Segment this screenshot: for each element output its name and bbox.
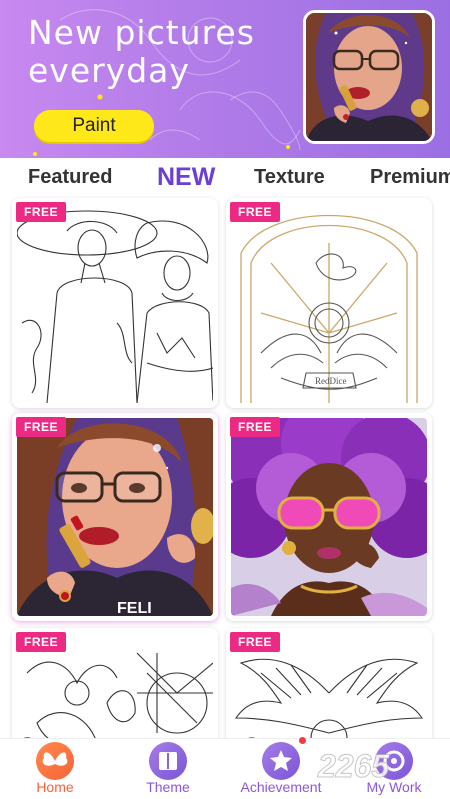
nav-theme-label: Theme: [146, 779, 190, 795]
svg-text:RedDice: RedDice: [315, 376, 347, 386]
banner-preview-image[interactable]: [303, 10, 435, 144]
picture-card[interactable]: FREE FELI: [12, 413, 218, 621]
free-badge: FREE: [230, 632, 281, 652]
butterfly-icon: [36, 742, 74, 780]
notification-dot: [299, 737, 306, 744]
nav-theme[interactable]: Theme: [123, 739, 213, 799]
tab-texture[interactable]: Texture: [254, 166, 325, 189]
free-badge: FREE: [230, 202, 281, 222]
medal-icon: [262, 742, 300, 780]
nav-achievement[interactable]: Achievement: [236, 737, 326, 799]
line-art-image: RedDice: [231, 203, 427, 403]
picture-card[interactable]: FREE: [226, 413, 432, 621]
category-tabs: Featured NEW Texture Premium: [0, 158, 450, 198]
nav-achievement-label: Achievement: [240, 779, 322, 795]
free-badge: FREE: [16, 202, 67, 222]
book-icon: [149, 742, 187, 780]
colored-image: [231, 418, 427, 616]
banner-title: New pictures everyday: [28, 13, 255, 90]
watermark: 2265: [317, 748, 390, 785]
promo-banner[interactable]: New pictures everyday Paint: [0, 0, 450, 158]
tab-featured[interactable]: Featured: [28, 166, 112, 189]
colored-image: FELI: [17, 418, 213, 616]
paint-button[interactable]: Paint: [34, 110, 154, 142]
picture-card[interactable]: FREE: [12, 198, 218, 408]
tab-new[interactable]: NEW: [157, 163, 215, 192]
free-badge: FREE: [230, 417, 281, 437]
free-badge: FREE: [16, 417, 67, 437]
nav-home-label: Home: [36, 779, 74, 795]
line-art-image: [17, 203, 213, 403]
svg-text:FELI: FELI: [117, 600, 152, 616]
picture-card[interactable]: FREE RedDice: [226, 198, 432, 408]
free-badge: FREE: [16, 632, 67, 652]
tab-premium[interactable]: Premium: [370, 166, 450, 189]
nav-home[interactable]: Home: [10, 739, 100, 799]
